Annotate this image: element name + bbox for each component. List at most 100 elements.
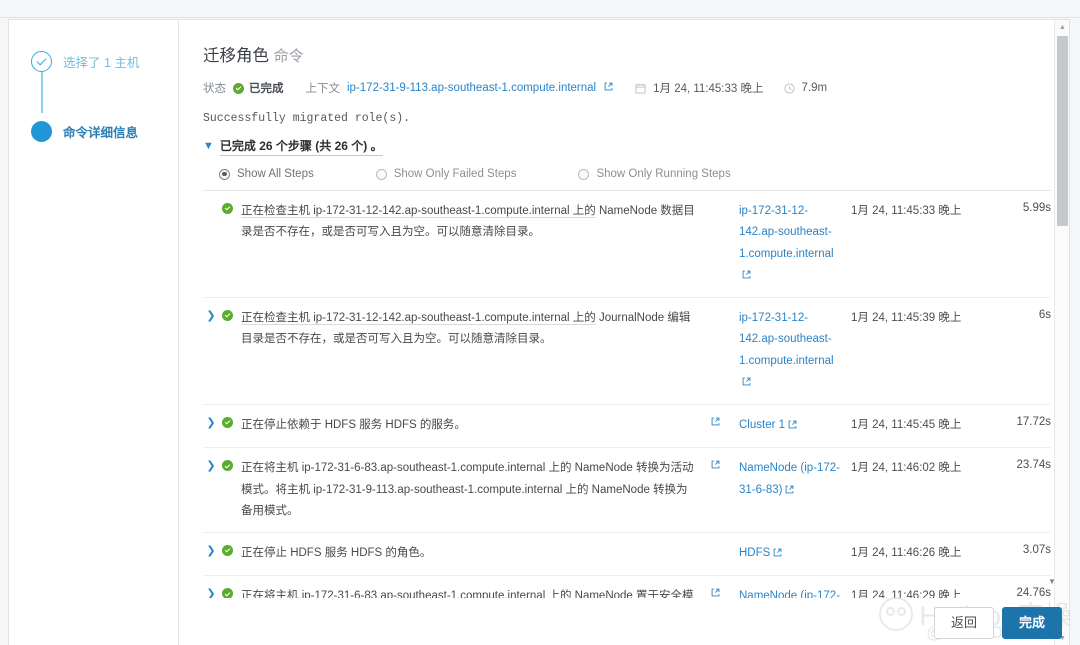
chevron-down-icon-control[interactable]: ▼ [1044, 573, 1060, 589]
command-summary-text: Successfully migrated role(s). [203, 112, 411, 125]
step-description-link[interactable]: 正在检查主机 ip-172-31-12-142.ap-southeast-1.c… [241, 205, 596, 218]
context-external-link-icon[interactable] [711, 415, 739, 429]
radio-label: Show Only Running Steps [596, 168, 731, 180]
step-context-link[interactable]: ip-172-31-12-142.ap-southeast-1.compute.… [739, 205, 834, 260]
step-duration: 24.76s [1016, 587, 1051, 598]
expand-row-chevron-right-icon[interactable]: ❯ [203, 458, 219, 474]
expand-row-chevron-right-icon[interactable]: ❯ [203, 586, 219, 598]
context-link[interactable]: ip-172-31-9-113.ap-southeast-1.compute.i… [347, 82, 596, 94]
step-start-time: 1月 24, 11:45:33 晚上 [851, 205, 962, 217]
step-context[interactable]: ip-172-31-12-142.ap-southeast-1.compute.… [739, 308, 851, 394]
wizard-stepper-sidebar: 选择了 1 主机 命令详细信息 [9, 20, 179, 645]
command-meta-row: 状态 已完成 上下文 ip-172-31-9-113.ap-southeast-… [203, 80, 1051, 96]
table-row[interactable]: ❯ 正在停止依赖于 HDFS 服务 HDFS 的服务。 Cluster 1 1月 24… [203, 405, 1051, 449]
step-start-time: 1月 24, 11:45:39 晚上 [851, 312, 962, 325]
row-toggle-placeholder [203, 201, 219, 202]
app-window: 选择了 1 主机 命令详细信息 迁移角色 命令 状态 已完成 上下文 ip-17… [0, 0, 1080, 645]
step-context-link[interactable]: Cluster 1 [739, 419, 785, 431]
steps-table: 正在检查主机 ip-172-31-12-142.ap-southeast-1.c… [203, 190, 1051, 598]
wizard-card: 选择了 1 主机 命令详细信息 迁移角色 命令 状态 已完成 上下文 ip-17… [8, 19, 1070, 645]
sidebar-step-command-details[interactable]: 命令详细信息 [9, 118, 178, 144]
step-start-time: 1月 24, 11:45:45 晚上 [851, 419, 962, 432]
step-context[interactable]: Cluster 1 [739, 415, 851, 437]
calendar-icon [635, 83, 646, 94]
step-filter-radio-group: Show All Steps Show Only Failed Steps Sh… [203, 168, 1051, 190]
step-context[interactable]: NameNode (ip-172-31-6-83) [739, 586, 851, 598]
status-label: 状态 [203, 83, 226, 95]
row-status-success-icon [219, 458, 241, 472]
external-link-icon[interactable] [742, 373, 751, 394]
row-status-success-icon [219, 415, 241, 429]
radio-label: Show All Steps [237, 168, 314, 180]
sidebar-step-label: 命令详细信息 [63, 125, 139, 140]
chevron-down-icon[interactable]: ▼ [203, 141, 214, 152]
row-status-success-icon [219, 201, 241, 214]
external-link-icon[interactable] [742, 266, 751, 287]
step-start-time: 1月 24, 11:46:02 晚上 [851, 462, 962, 475]
filled-circle-icon [31, 120, 52, 142]
page-title-main: 迁移角色 [203, 47, 269, 65]
row-status-success-icon [219, 543, 241, 557]
external-link-icon[interactable] [788, 416, 797, 437]
step-context[interactable]: ip-172-31-12-142.ap-southeast-1.compute.… [739, 201, 851, 287]
expand-row-chevron-right-icon[interactable]: ❯ [203, 415, 219, 431]
step-context-link[interactable]: ip-172-31-12-142.ap-southeast-1.compute.… [739, 312, 834, 367]
sidebar-step-select-hosts[interactable]: 选择了 1 主机 [9, 48, 178, 74]
command-details-panel: 迁移角色 命令 状态 已完成 上下文 ip-172-31-9-113.ap-so… [179, 20, 1069, 645]
step-context[interactable]: NameNode (ip-172-31-6-83) [739, 458, 851, 502]
table-row[interactable]: ❯ 正在停止 HDFS 服务 HDFS 的角色。 HDFS 1月 24, 11:46:… [203, 533, 1051, 577]
radio-show-only-failed-steps[interactable]: Show Only Failed Steps [375, 168, 517, 180]
step-context-link[interactable]: HDFS [739, 547, 770, 559]
step-description-link[interactable]: 正在检查主机 ip-172-31-12-142.ap-southeast-1.c… [241, 312, 596, 326]
step-duration: 3.07s [1022, 544, 1051, 557]
started-at-value: 1月 24, 11:45:33 晚上 [653, 83, 764, 95]
row-status-success-icon [219, 308, 241, 322]
wizard-footer-buttons: 返回 完成 [933, 607, 1062, 639]
started-at: 1月 24, 11:45:33 晚上 [635, 80, 764, 96]
context-icon-placeholder [711, 543, 739, 545]
context-external-link-icon[interactable] [711, 586, 739, 598]
radio-indicator [219, 168, 230, 180]
status-badge: 已完成 [233, 80, 284, 96]
step-context[interactable]: HDFS [739, 543, 851, 565]
stepper-connector-line [41, 68, 43, 113]
radio-show-all-steps[interactable]: Show All Steps [219, 168, 314, 180]
success-check-icon [222, 310, 233, 322]
external-link-icon[interactable] [785, 481, 794, 502]
table-row[interactable]: ❯ 正在检查主机 ip-172-31-12-142.ap-southeast-1.… [203, 298, 1051, 406]
success-check-icon [233, 82, 244, 94]
step-description: 正在将主机 ip-172-31-6-83.ap-southeast-1.comp… [241, 462, 694, 517]
context-icon-placeholder [711, 308, 739, 310]
steps-summary-toggle[interactable]: ▼ 已完成 26 个步骤 (共 26 个) 。 [203, 137, 1051, 156]
success-check-icon [222, 588, 233, 598]
duration-value: 7.9m [801, 82, 828, 94]
step-description: 正在停止依赖于 HDFS 服务 HDFS 的服务。 [241, 419, 466, 432]
step-duration: 23.74s [1016, 459, 1051, 472]
scrollbar-thumb[interactable] [1057, 36, 1068, 226]
expand-row-chevron-right-icon[interactable]: ❯ [203, 543, 219, 559]
radio-label: Show Only Failed Steps [393, 168, 517, 180]
finish-button[interactable]: 完成 [1001, 607, 1062, 639]
step-description: 正在将主机 ip-172-31-6-83.ap-southeast-1.comp… [241, 590, 694, 598]
check-circle-icon [31, 50, 52, 72]
table-row[interactable]: ❯ 正在将主机 ip-172-31-6-83.ap-southeast-1.com… [203, 448, 1051, 534]
context-external-link-icon[interactable] [711, 458, 739, 472]
context-label: 上下文 [305, 83, 341, 95]
back-button[interactable]: 返回 [933, 607, 994, 639]
external-link-icon[interactable] [773, 544, 782, 565]
external-link-icon[interactable] [604, 82, 613, 94]
expand-row-chevron-right-icon[interactable]: ❯ [203, 308, 219, 324]
vertical-scrollbar[interactable]: ▲ ▼ [1054, 20, 1069, 645]
scroll-up-arrow-icon[interactable]: ▲ [1055, 20, 1069, 35]
radio-show-only-running-steps[interactable]: Show Only Running Steps [578, 168, 731, 180]
context-icon-placeholder [711, 201, 739, 203]
step-start-time: 1月 24, 11:46:29 晚上 [851, 590, 962, 598]
table-row[interactable]: ❯ 正在将主机 ip-172-31-6-83.ap-southeast-1.com… [203, 576, 1051, 598]
sidebar-step-label: 选择了 1 主机 [63, 55, 140, 70]
table-row[interactable]: 正在检查主机 ip-172-31-12-142.ap-southeast-1.c… [203, 191, 1051, 299]
step-start-time: 1月 24, 11:46:26 晚上 [851, 547, 962, 560]
duration: 7.9m [783, 82, 828, 94]
step-description: 正在检查主机 ip-172-31-12-142.ap-southeast-1.c… [241, 205, 695, 239]
page-title: 迁移角色 命令 [203, 42, 1051, 66]
step-context-link[interactable]: NameNode (ip-172-31-6-83) [739, 590, 840, 598]
